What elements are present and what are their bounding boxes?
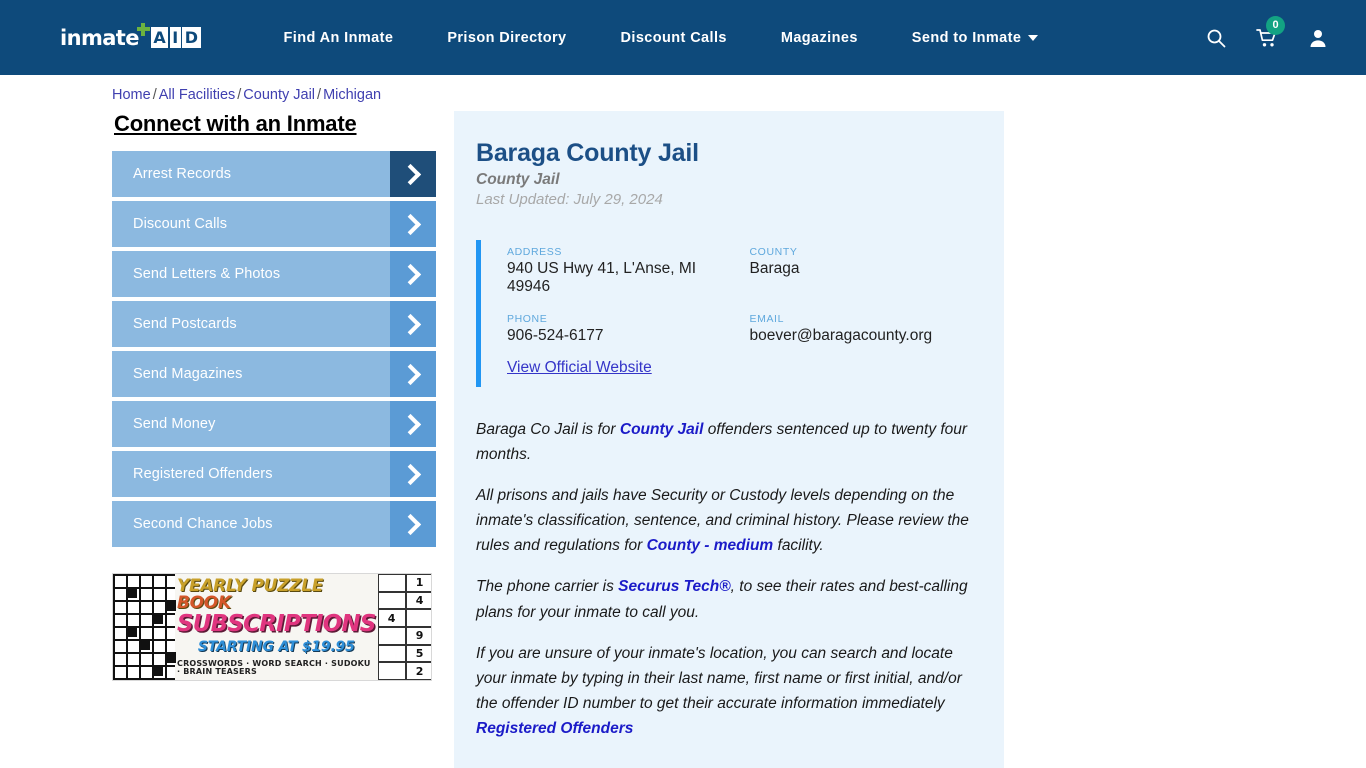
site-logo[interactable]: inmate A I D <box>60 22 201 53</box>
sidebar-item-send-money[interactable]: Send Money <box>112 401 436 447</box>
ad-price-line: STARTING AT $19.95 <box>197 639 355 655</box>
link-county-medium[interactable]: County - medium <box>647 537 774 554</box>
breadcrumb: Home / All Facilities / County Jail / Michigan <box>0 75 1366 103</box>
sidebar-item-registered-offenders[interactable]: Registered Offenders <box>112 451 436 497</box>
chevron-right-icon <box>390 501 436 547</box>
sidebar-item-arrest-records[interactable]: Arrest Records <box>112 151 436 197</box>
page-body: Home / All Facilities / County Jail / Michigan… <box>0 75 1366 768</box>
info-label-address: ADDRESS <box>507 246 562 258</box>
sidebar-item-label: Discount Calls <box>133 216 228 232</box>
plus-icon <box>136 22 150 36</box>
link-securus-tech[interactable]: Securus Tech® <box>618 578 731 595</box>
info-value-county: Baraga <box>749 260 800 277</box>
view-official-website-link[interactable]: View Official Website <box>507 359 652 376</box>
ad-headline-line1: YEARLY PUZZLE BOOK <box>177 576 324 613</box>
info-value-address: 940 US Hwy 41, L'Anse, MI 49946 <box>507 260 697 296</box>
search-icon[interactable] <box>1206 28 1226 48</box>
sidebar-item-second-chance-jobs[interactable]: Second Chance Jobs <box>112 501 436 547</box>
sidebar-item-discount-calls[interactable]: Discount Calls <box>112 201 436 247</box>
breadcrumb-separator: / <box>152 87 157 103</box>
official-website-row: View Official Website <box>507 359 982 377</box>
info-value-email: boever@baragacounty.org <box>749 326 933 344</box>
nav-link-prison-directory[interactable]: Prison Directory <box>420 20 593 56</box>
p2-post: facility. <box>773 537 824 555</box>
sidebar-item-send-postcards[interactable]: Send Postcards <box>112 301 436 347</box>
link-county-jail[interactable]: County Jail <box>620 421 704 438</box>
info-field-address: ADDRESS 940 US Hwy 41, L'Anse, MI 49946 <box>507 246 740 297</box>
paragraph-2: All prisons and jails have Security or C… <box>476 483 982 558</box>
ad-headline-line2: SUBSCRIPTIONS <box>177 611 376 637</box>
chevron-right-icon <box>390 151 436 197</box>
top-navigation-bar: inmate A I D Find An Inmate Prison Direc… <box>0 0 1366 75</box>
nav-link-discount-calls[interactable]: Discount Calls <box>594 20 754 56</box>
chevron-right-icon <box>390 301 436 347</box>
paragraph-1: Baraga Co Jail is for County Jail offend… <box>476 417 982 467</box>
breadcrumb-item-all-facilities[interactable]: All Facilities <box>159 87 236 103</box>
facility-info-block: ADDRESS 940 US Hwy 41, L'Anse, MI 49946 … <box>476 240 982 387</box>
chevron-down-icon <box>1028 34 1039 41</box>
info-label-phone: PHONE <box>507 312 548 325</box>
info-label-email: EMAIL <box>749 312 785 325</box>
p1-pre: Baraga Co Jail is for <box>476 420 620 438</box>
sidebar-item-label: Send Magazines <box>133 366 243 382</box>
sidebar-item-label: Send Postcards <box>133 316 237 332</box>
chevron-right-icon <box>390 451 436 497</box>
logo-wordmark: inmate <box>60 25 139 50</box>
chevron-right-icon <box>390 201 436 247</box>
sidebar-item-label: Send Letters & Photos <box>133 266 281 282</box>
sidebar-item-label: Send Money <box>133 416 216 432</box>
ad-categories-line: CROSSWORDS · WORD SEARCH · SUDOKU · BRAI… <box>177 659 371 676</box>
chevron-right-icon <box>390 401 436 447</box>
sidebar-item-label: Second Chance Jobs <box>133 516 273 532</box>
breadcrumb-item-home[interactable]: Home <box>112 87 151 103</box>
user-icon[interactable] <box>1308 28 1328 48</box>
p3-pre: The phone carrier is <box>476 578 619 596</box>
sidebar-item-send-letters-photos[interactable]: Send Letters & Photos <box>112 251 436 297</box>
chevron-right-icon <box>390 251 436 297</box>
breadcrumb-item-county-jail[interactable]: County Jail <box>243 87 315 103</box>
nav-icon-group: 0 <box>1206 15 1342 48</box>
cart-count-badge: 0 <box>1266 15 1285 35</box>
nav-link-send-to-inmate[interactable]: Send to Inmate <box>885 20 1066 56</box>
nav-link-send-to-inmate-label: Send to Inmate <box>911 29 1022 46</box>
cart-icon[interactable]: 0 <box>1256 15 1285 48</box>
facility-description: Baraga Co Jail is for County Jail offend… <box>476 417 982 741</box>
logo-letter-d: D <box>182 27 201 48</box>
paragraph-3: The phone carrier is Securus Tech®, to s… <box>476 574 982 624</box>
breadcrumb-separator: / <box>237 87 242 103</box>
p4-pre: If you are unsure of your inmate's locat… <box>476 644 962 712</box>
info-label-county: COUNTY <box>749 246 798 258</box>
page-title: Baraga County Jail <box>476 139 699 167</box>
info-field-phone: PHONE 906-524-6177 <box>507 313 740 345</box>
crossword-graphic <box>113 574 175 680</box>
chevron-right-icon <box>390 351 436 397</box>
ad-text-block: YEARLY PUZZLE BOOK SUBSCRIPTIONS STARTIN… <box>175 574 378 680</box>
info-field-county: COUNTY Baraga <box>750 246 983 297</box>
puzzle-book-ad-banner[interactable]: YEARLY PUZZLE BOOK SUBSCRIPTIONS STARTIN… <box>112 573 432 681</box>
sudoku-graphic: 1 4 4 9 5 2 <box>377 574 431 680</box>
info-value-phone: 906-524-6177 <box>507 326 604 344</box>
nav-link-magazines[interactable]: Magazines <box>754 20 885 56</box>
sidebar-title: Connect with an Inmate <box>114 111 357 136</box>
sidebar-item-label: Arrest Records <box>133 166 232 182</box>
primary-nav-links: Find An Inmate Prison Directory Discount… <box>257 20 1186 56</box>
breadcrumb-separator: / <box>317 87 322 103</box>
facility-card: Baraga County Jail County Jail Last Upda… <box>454 111 1004 768</box>
logo-letter-i: I <box>169 27 181 48</box>
breadcrumb-item-michigan[interactable]: Michigan <box>323 87 381 103</box>
content-layout: Connect with an Inmate Arrest Records Di… <box>0 111 1366 768</box>
logo-aid-blocks: A I D <box>150 27 201 48</box>
link-registered-offenders[interactable]: Registered Offenders <box>476 716 633 741</box>
sidebar-item-send-magazines[interactable]: Send Magazines <box>112 351 436 397</box>
info-field-email: EMAIL boever@baragacounty.org <box>750 313 983 345</box>
logo-letter-a: A <box>150 27 169 48</box>
nav-link-find-an-inmate[interactable]: Find An Inmate <box>257 20 421 56</box>
main-content: Baraga County Jail County Jail Last Upda… <box>454 111 1004 768</box>
sidebar: Connect with an Inmate Arrest Records Di… <box>112 111 436 768</box>
paragraph-4: If you are unsure of your inmate's locat… <box>476 641 982 741</box>
sidebar-item-label: Registered Offenders <box>133 466 273 482</box>
facility-type: County Jail <box>476 171 560 188</box>
last-updated-text: Last Updated: July 29, 2024 <box>476 191 663 208</box>
